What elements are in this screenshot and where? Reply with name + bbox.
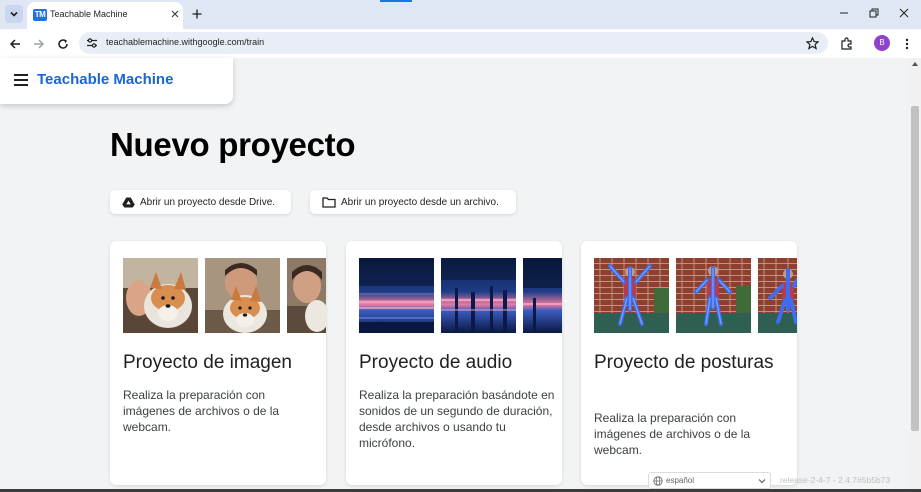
- image-sample-2: [205, 258, 280, 333]
- audio-project-card[interactable]: Proyecto de audio Realiza la preparación…: [346, 241, 562, 485]
- tab-teachable-machine[interactable]: TM Teachable Machine: [27, 2, 183, 29]
- tab-favicon: TM: [33, 9, 47, 21]
- language-label: español: [666, 476, 695, 485]
- close-icon[interactable]: [168, 7, 182, 21]
- spectrogram-2: [441, 258, 516, 333]
- image-sample-3: [287, 258, 326, 333]
- forward-arrow-icon[interactable]: [30, 35, 47, 52]
- brand-title[interactable]: Teachable Machine: [37, 71, 173, 88]
- minimize-icon[interactable]: [833, 4, 855, 22]
- url-text: teachablemachine.withgoogle.com/train: [106, 37, 265, 47]
- open-from-file-label: Abrir un proyecto desde un archivo.: [341, 196, 499, 208]
- scroll-up-icon[interactable]: [912, 62, 918, 66]
- restore-icon[interactable]: [863, 4, 885, 22]
- page-title: Nuevo proyecto: [110, 126, 356, 163]
- image-project-description: Realiza la preparación con imágenes de a…: [123, 388, 280, 434]
- reload-icon[interactable]: [54, 35, 71, 52]
- hamburger-icon[interactable]: [14, 74, 28, 86]
- pose-project-card[interactable]: Proyecto de posturas Realiza la preparac…: [581, 241, 797, 485]
- image-project-card[interactable]: Proyecto de imagen Realiza la preparació…: [110, 241, 326, 485]
- pose-sample-1: [594, 258, 669, 333]
- browser-toolbar: teachablemachine.withgoogle.com/train B: [0, 29, 921, 58]
- window-close-icon[interactable]: [893, 4, 915, 22]
- pose-sample-3: [758, 258, 797, 333]
- audio-project-title: Proyecto de audio: [359, 352, 513, 373]
- kebab-menu-icon[interactable]: [898, 35, 915, 52]
- pose-project-title: Proyecto de posturas: [594, 352, 774, 373]
- app-header: Teachable Machine: [0, 58, 233, 104]
- release-version: release-2-4-7 - 2.4.7#5b5b73: [780, 475, 891, 485]
- plus-icon[interactable]: [189, 6, 205, 22]
- star-icon[interactable]: [804, 35, 820, 51]
- image-sample-1: [123, 258, 198, 333]
- pose-thumbnails: [594, 258, 797, 333]
- page-scrollbar[interactable]: [909, 58, 921, 492]
- pose-sample-2: [676, 258, 751, 333]
- tab-title: Teachable Machine: [50, 9, 128, 19]
- folder-icon: [322, 196, 336, 208]
- globe-icon: [653, 476, 663, 486]
- site-info-icon[interactable]: [85, 36, 99, 50]
- back-arrow-icon[interactable]: [6, 35, 23, 52]
- open-from-drive-label: Abrir un proyecto desde Drive.: [140, 196, 276, 208]
- open-from-drive-button[interactable]: Abrir un proyecto desde Drive.: [110, 190, 291, 214]
- tab-strip: TM Teachable Machine: [0, 0, 921, 29]
- language-select[interactable]: español: [648, 472, 771, 489]
- spectrogram-3: [523, 258, 562, 333]
- image-project-title: Proyecto de imagen: [123, 352, 292, 373]
- tab-search-icon[interactable]: [5, 5, 23, 23]
- pose-project-description: Realiza la preparación con imágenes de a…: [594, 411, 751, 457]
- audio-thumbnails: [359, 258, 562, 333]
- extensions-icon[interactable]: [838, 35, 855, 52]
- open-from-file-button[interactable]: Abrir un proyecto desde un archivo.: [310, 190, 516, 214]
- scroll-thumb[interactable]: [911, 106, 919, 431]
- tab-strip-accent: [380, 0, 412, 2]
- image-thumbnails: [123, 258, 326, 333]
- drive-icon: [122, 197, 135, 207]
- audio-project-description: Realiza la preparación basándote en soni…: [359, 388, 555, 450]
- avatar[interactable]: B: [874, 35, 890, 51]
- address-bar[interactable]: teachablemachine.withgoogle.com/train: [79, 32, 828, 54]
- spectrogram-1: [359, 258, 434, 333]
- chevron-down-icon: [758, 479, 766, 484]
